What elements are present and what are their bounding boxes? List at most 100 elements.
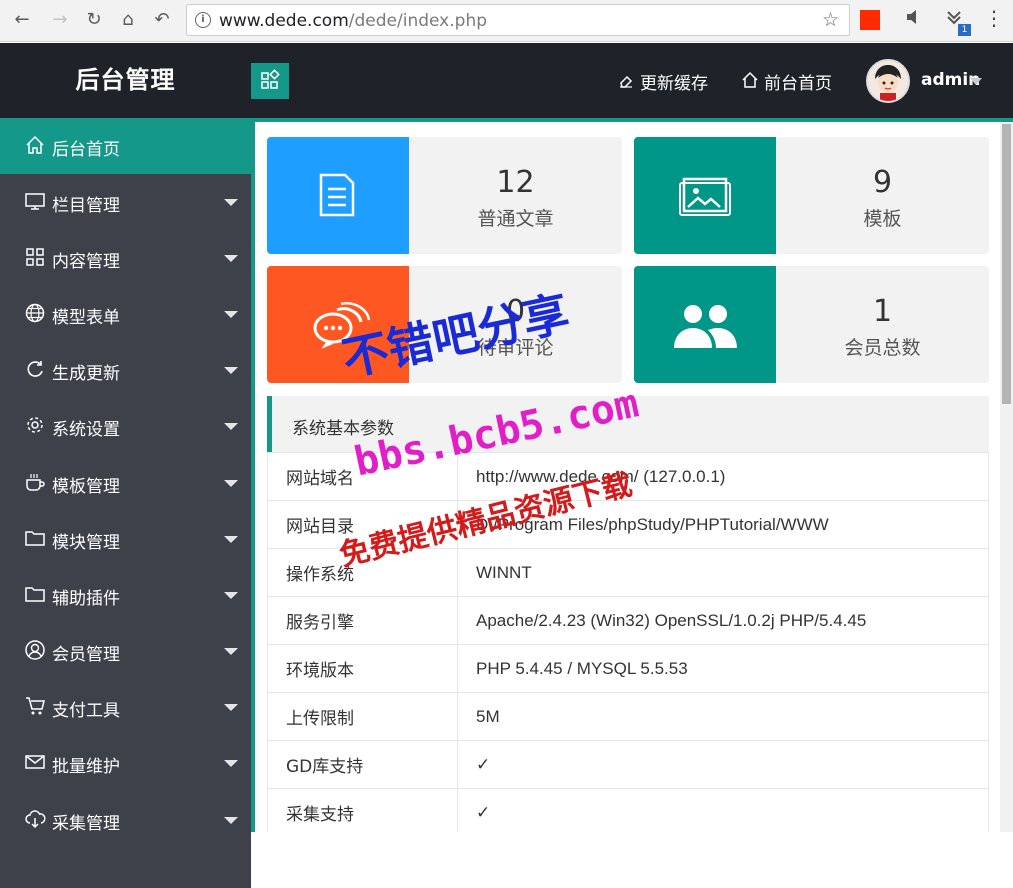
gear-icon — [24, 414, 46, 436]
bookmark-star-icon[interactable]: ☆ — [822, 9, 839, 31]
refresh-cache-link[interactable]: 更新缓存 — [616, 69, 708, 94]
sidebar-item-label: 模块管理 — [52, 533, 120, 553]
user-menu-caret-icon[interactable] — [970, 78, 982, 85]
app-title: 后台管理 — [75, 66, 176, 94]
back-icon[interactable]: ← — [10, 8, 34, 32]
sidebar-item-collect[interactable]: 采集管理 — [0, 792, 251, 848]
front-home-label: 前台首页 — [764, 74, 832, 94]
sidebar-item-system-settings[interactable]: 系统设置 — [0, 398, 251, 454]
refresh-icon — [24, 358, 46, 380]
grid-icon — [24, 246, 46, 268]
stat-card-comments[interactable]: 0 待审评论 — [267, 266, 622, 383]
sidebar-item-label: 系统设置 — [52, 420, 120, 440]
stat-value: 1 — [872, 294, 893, 329]
avatar[interactable] — [866, 59, 910, 103]
row-key: 服务引擎 — [267, 596, 458, 645]
row-key: 环境版本 — [267, 644, 458, 693]
table-row: 网站域名 http://www.dede.com/ (127.0.0.1) — [267, 452, 989, 501]
speaker-icon[interactable] — [905, 8, 923, 31]
stat-label: 普通文章 — [477, 208, 554, 230]
table-row: 采集支持 ✓ — [267, 788, 989, 832]
image-icon — [634, 137, 776, 254]
caret-down-icon — [224, 367, 238, 374]
app-header: 后台管理 更新缓存 前台首页 admin — [0, 43, 1013, 118]
monitor-icon — [24, 190, 46, 212]
row-key: 上传限制 — [267, 692, 458, 741]
undo-icon[interactable]: ↶ — [150, 8, 174, 32]
cart-icon — [24, 695, 46, 717]
table-row: 服务引擎 Apache/2.4.23 (Win32) OpenSSL/1.0.2j… — [267, 596, 989, 645]
stat-value: 9 — [872, 165, 893, 200]
row-key: 网站目录 — [267, 500, 458, 549]
row-key: 网站域名 — [267, 452, 458, 501]
stat-card-templates[interactable]: 9 模板 — [634, 137, 989, 254]
mail-icon — [24, 751, 46, 773]
stat-card-articles[interactable]: 12 普通文章 — [267, 137, 622, 254]
row-value: D:/Program Files/phpStudy/PHPTutorial/WW… — [457, 500, 989, 549]
menu-kebab-icon[interactable]: ⋮ — [984, 6, 1004, 30]
caret-down-icon — [224, 648, 238, 655]
sidebar-item-payment[interactable]: 支付工具 — [0, 679, 251, 735]
caret-down-icon — [224, 311, 238, 318]
row-value: WINNT — [457, 548, 989, 597]
grid-toggle-icon — [261, 69, 280, 89]
row-key: GD库支持 — [267, 740, 458, 789]
table-row: 环境版本 PHP 5.4.45 / MYSQL 5.5.53 — [267, 644, 989, 693]
sidebar-item-label: 模板管理 — [52, 477, 120, 497]
extension-red-icon[interactable] — [860, 10, 880, 30]
sidebar-item-dashboard[interactable]: 后台首页 — [0, 118, 251, 174]
sidebar-item-content[interactable]: 内容管理 — [0, 230, 251, 286]
sidebar-item-plugins[interactable]: 辅助插件 — [0, 567, 251, 623]
stat-card-members[interactable]: 1 会员总数 — [634, 266, 989, 383]
caret-down-icon — [224, 704, 238, 711]
caret-down-icon — [224, 760, 238, 767]
sidebar-item-label: 模型表单 — [52, 308, 120, 328]
caret-down-icon — [224, 592, 238, 599]
caret-down-icon — [224, 480, 238, 487]
caret-down-icon — [224, 817, 238, 824]
sidebar-item-generate-update[interactable]: 生成更新 — [0, 342, 251, 398]
reload-icon[interactable]: ↻ — [82, 8, 106, 32]
sidebar-item-label: 栏目管理 — [52, 196, 120, 216]
forward-icon[interactable]: → — [48, 8, 72, 32]
folder-icon — [24, 527, 46, 549]
system-info-header: 系统基本参数 — [267, 396, 989, 452]
info-icon[interactable]: i — [195, 12, 211, 28]
sidebar-item-model-forms[interactable]: 模型表单 — [0, 286, 251, 342]
caret-down-icon — [224, 536, 238, 543]
sidebar-item-label: 支付工具 — [52, 701, 120, 721]
sidebar: 后台首页 栏目管理 内容管理 模型表单 生成更新 系统设置 模板管理 模块管理 … — [0, 118, 251, 888]
sidebar-item-columns[interactable]: 栏目管理 — [0, 174, 251, 230]
check-icon: ✓ — [457, 788, 989, 832]
table-row: 操作系统 WINNT — [267, 548, 989, 597]
system-info-panel: 系统基本参数 网站域名 http://www.dede.com/ (127.0.0… — [267, 396, 989, 832]
stat-label: 会员总数 — [844, 337, 921, 359]
users-icon — [634, 266, 776, 383]
address-bar[interactable]: i www.dede.com/dede/index.php ☆ — [186, 4, 850, 36]
stat-label: 待审评论 — [477, 337, 554, 359]
folder-icon — [24, 583, 46, 605]
table-row: 上传限制 5M — [267, 692, 989, 741]
sidebar-item-modules[interactable]: 模块管理 — [0, 511, 251, 567]
row-value: PHP 5.4.45 / MYSQL 5.5.53 — [457, 644, 989, 693]
globe-icon — [24, 302, 46, 324]
url-text: www.dede.com/dede/index.php — [219, 11, 488, 31]
sidebar-item-label: 辅助插件 — [52, 589, 120, 609]
sidebar-item-templates[interactable]: 模板管理 — [0, 455, 251, 511]
sidebar-item-label: 批量维护 — [52, 757, 120, 777]
sidebar-toggle-button[interactable] — [251, 63, 289, 99]
scrollbar-thumb[interactable] — [1002, 124, 1011, 404]
sidebar-item-batch[interactable]: 批量维护 — [0, 735, 251, 791]
refresh-cache-label: 更新缓存 — [640, 74, 708, 94]
home-outline-icon — [740, 71, 760, 94]
extension-badge: 1 — [958, 24, 971, 36]
row-key: 采集支持 — [267, 788, 458, 832]
sidebar-item-label: 后台首页 — [52, 140, 120, 160]
table-row: GD库支持 ✓ — [267, 740, 989, 789]
home-icon[interactable]: ⌂ — [116, 8, 140, 32]
front-home-link[interactable]: 前台首页 — [740, 69, 832, 94]
main-scrollbar[interactable] — [1000, 122, 1013, 832]
sidebar-item-members[interactable]: 会员管理 — [0, 623, 251, 679]
row-value: Apache/2.4.23 (Win32) OpenSSL/1.0.2j PHP… — [457, 596, 989, 645]
user-icon — [24, 639, 46, 661]
